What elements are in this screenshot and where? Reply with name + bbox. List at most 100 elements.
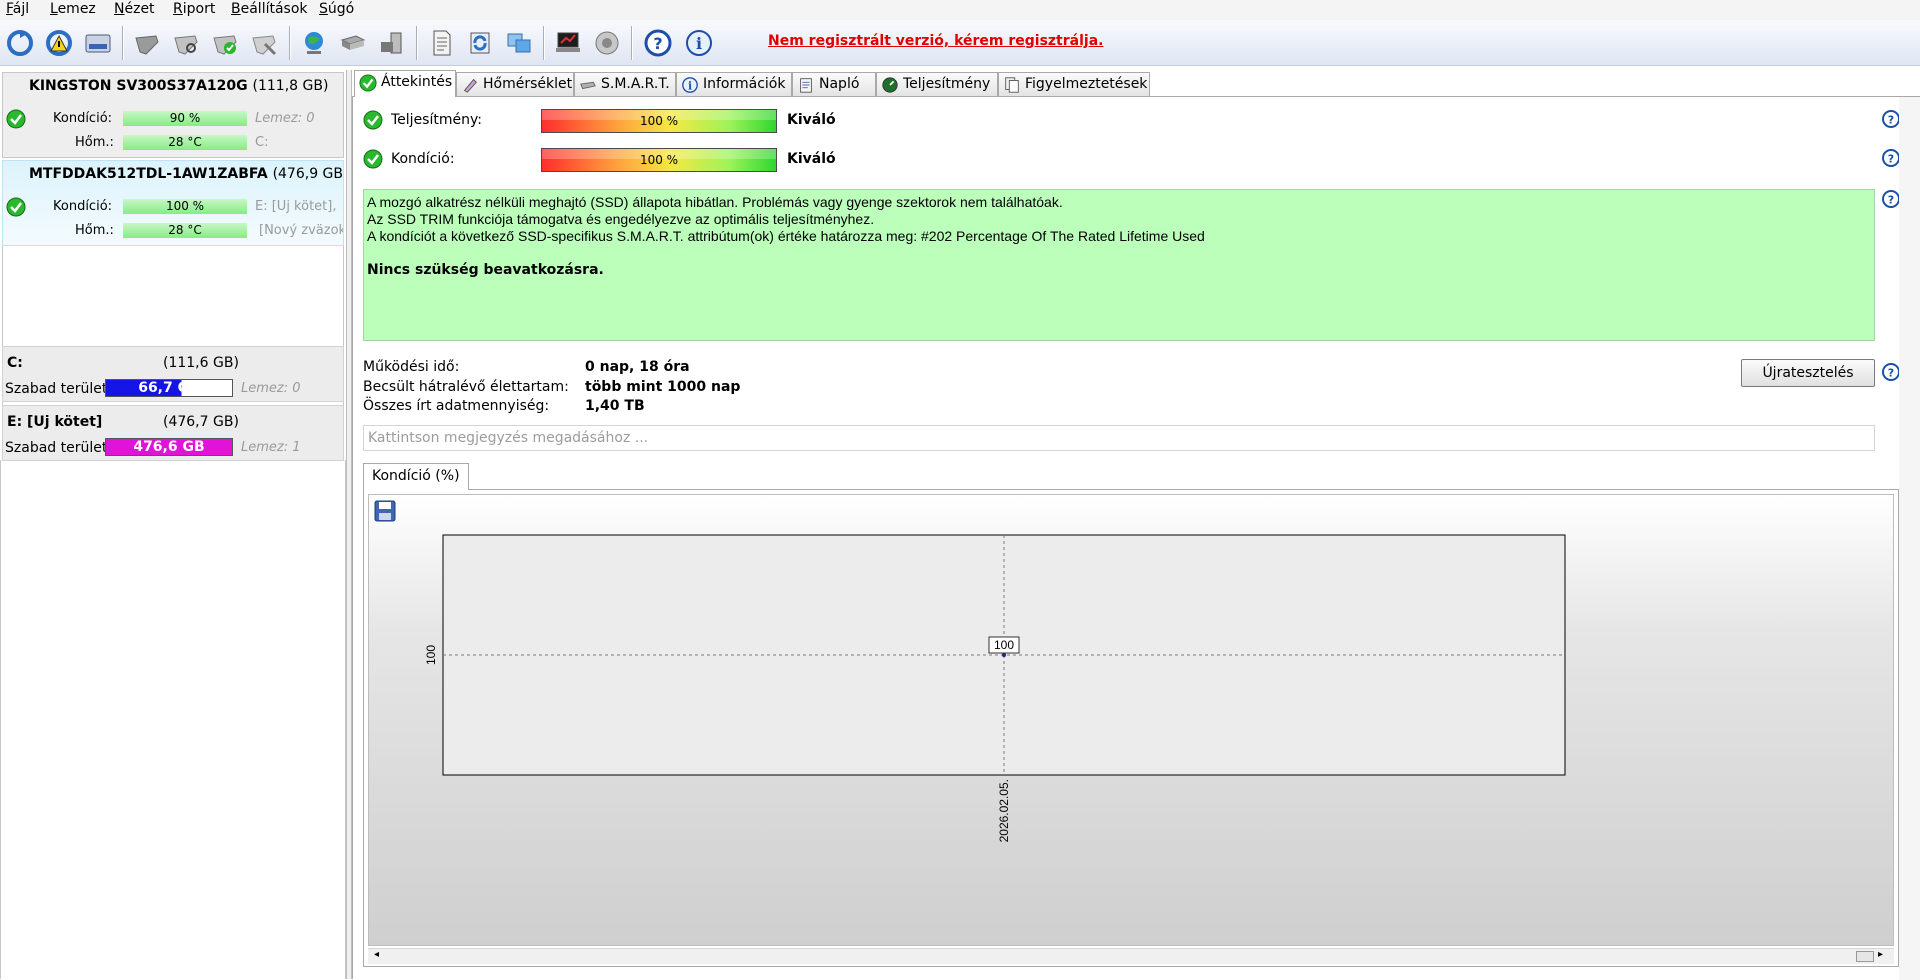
help-button[interactable]: ? — [641, 26, 675, 60]
tab-label: Napló — [819, 76, 860, 92]
status-line: A mozgó alkatrész nélküli meghajtó (SSD)… — [367, 194, 1063, 210]
chart-frame: 100 2026.02.05. 100 ◂ ▸ — [363, 489, 1899, 967]
temperature-label: Hőm.: — [75, 135, 114, 150]
menu-report[interactable]: Riport — [173, 1, 215, 17]
hdd-check-icon — [213, 35, 237, 55]
hdd-tool-1-button[interactable] — [130, 26, 164, 60]
tab-temperature[interactable]: Hőmérséklet — [456, 72, 574, 96]
refresh-icon — [7, 30, 33, 56]
scroll-thumb[interactable] — [1856, 951, 1874, 962]
menu-help[interactable]: Súgó — [319, 1, 354, 17]
scroll-right-icon[interactable]: ▸ — [1878, 949, 1883, 960]
volume-item-c[interactable]: C: (111,6 GB) Szabad terület 66,7 GB Lem… — [2, 346, 344, 402]
disk-item-kingston[interactable]: KINGSTON SV300S37A120G (111,8 GB) Kondíc… — [2, 72, 344, 158]
menu-file[interactable]: Fájl — [6, 1, 29, 17]
disk-name: KINGSTON SV300S37A120G — [29, 78, 248, 94]
horizontal-scrollbar[interactable]: ◂ ▸ — [368, 948, 1894, 964]
free-space-bar: 66,7 GB — [105, 379, 233, 397]
tab-bar: Áttekintés Hőmérséklet S.M.A.R.T. i Info… — [352, 70, 1920, 97]
unregistered-link[interactable]: Nem regisztrált verzió, kérem regisztrál… — [768, 33, 1103, 49]
computer-button[interactable] — [375, 26, 409, 60]
disk-number: Lemez: 0 — [255, 111, 315, 126]
data-label: 100 — [994, 638, 1014, 652]
server-button[interactable] — [336, 26, 370, 60]
menu-view[interactable]: Nézet — [114, 1, 155, 17]
hdd-tool-4-button[interactable] — [247, 26, 281, 60]
refresh-warning-button[interactable] — [42, 26, 76, 60]
sound-button[interactable] — [590, 26, 624, 60]
chart-area: 100 2026.02.05. 100 — [368, 494, 1894, 946]
help-icon[interactable]: ? — [1881, 109, 1901, 129]
hdd-tool-3-button[interactable] — [208, 26, 242, 60]
svg-text:?: ? — [1888, 114, 1894, 127]
documents-icon — [1005, 77, 1019, 93]
retest-button[interactable]: Újratesztelés — [1741, 359, 1875, 387]
server-icon — [340, 35, 366, 50]
refresh-button[interactable] — [3, 26, 37, 60]
status-message-box: A mozgó alkatrész nélküli meghajtó (SSD)… — [363, 189, 1875, 341]
lifetime-value: több mint 1000 nap — [585, 379, 741, 395]
tab-log[interactable]: Napló — [792, 72, 876, 96]
data-point — [1002, 653, 1006, 657]
sync-button[interactable] — [463, 26, 497, 60]
y-tick-label: 100 — [424, 645, 438, 665]
scroll-left-icon[interactable]: ◂ — [374, 949, 379, 960]
partition-list-2: [Nový zväzok — [259, 223, 344, 238]
condition-label: Kondíció: — [53, 199, 113, 214]
left-pane: KINGSTON SV300S37A120G (111,8 GB) Kondíc… — [0, 70, 346, 979]
disk-size: (111,8 GB) — [252, 78, 329, 94]
chart-tab-condition[interactable]: Kondíció (%) — [363, 463, 469, 490]
temperature-bar: 28 °C — [123, 135, 247, 150]
log-icon — [800, 78, 812, 93]
help-icon[interactable]: ? — [1881, 362, 1901, 382]
hdd-tool-2-button[interactable] — [169, 26, 203, 60]
hdd-search-icon — [174, 35, 198, 55]
volume-name: E: [Uj kötet] — [7, 414, 103, 430]
document-icon — [433, 30, 451, 56]
tab-overview[interactable]: Áttekintés — [354, 70, 456, 97]
uptime-value: 0 nap, 18 óra — [585, 359, 690, 375]
menu-settings[interactable]: Beállítások — [231, 1, 308, 17]
tab-smart[interactable]: S.M.A.R.T. — [574, 72, 676, 96]
status-line: A kondíciót a következő SSD-specifikus S… — [367, 228, 1205, 244]
network-button[interactable] — [297, 26, 331, 60]
tab-information[interactable]: i Információk — [676, 72, 792, 96]
help-icon[interactable]: ? — [1881, 148, 1901, 168]
condition-bar: 100 % — [123, 199, 247, 214]
about-button[interactable]: i — [682, 26, 716, 60]
svg-text:i: i — [688, 80, 692, 93]
disk-icon — [85, 34, 111, 53]
benchmark-button[interactable] — [551, 26, 585, 60]
disk-number: Lemez: 1 — [241, 440, 301, 455]
written-label: Összes írt adatmennyiség: — [363, 398, 550, 414]
computer-icon — [381, 32, 402, 54]
gauge-icon — [882, 77, 898, 93]
menu-bar: Fájl Lemez Nézet Riport Beállítások Súgó — [0, 0, 1920, 20]
tab-label: Figyelmeztetések — [1025, 76, 1148, 92]
tab-alerts[interactable]: Figyelmeztetések — [998, 72, 1150, 96]
ok-check-icon — [363, 110, 383, 130]
sync-icon — [470, 32, 490, 54]
report-button[interactable] — [424, 26, 458, 60]
x-tick-label: 2026.02.05. — [997, 779, 1011, 842]
volume-item-e[interactable]: E: [Uj kötet] (476,7 GB) Szabad terület … — [2, 405, 344, 461]
temperature-bar: 28 °C — [123, 223, 247, 238]
network-share-button[interactable] — [502, 26, 536, 60]
ok-check-icon — [363, 149, 383, 169]
note-input[interactable]: Kattintson megjegyzés megadásához ... — [363, 425, 1875, 451]
disk-item-mtfddak[interactable]: MTFDDAK512TDL-1AW1ZABFA (476,9 GB) L Kon… — [2, 160, 344, 246]
tab-label: Áttekintés — [381, 74, 453, 90]
menu-disk[interactable]: Lemez — [50, 1, 96, 17]
hdd-icon — [580, 81, 596, 90]
svg-text:i: i — [696, 34, 702, 53]
partition-label: C: — [255, 135, 269, 150]
overview-panel: Teljesítmény: 100 % Kiváló Kondíció: 100… — [352, 96, 1920, 980]
help-icon[interactable]: ? — [1881, 189, 1901, 209]
tab-performance[interactable]: Teljesítmény — [876, 72, 998, 96]
volume-size: (476,7 GB) — [163, 414, 239, 430]
status-action: Nincs szükség beavatkozásra. — [367, 262, 604, 278]
vertical-scrollbar[interactable] — [1899, 97, 1920, 980]
disk-info-button[interactable] — [81, 26, 115, 60]
free-space-bar: 476,6 GB — [105, 438, 233, 456]
condition-label: Kondíció: — [53, 111, 113, 126]
